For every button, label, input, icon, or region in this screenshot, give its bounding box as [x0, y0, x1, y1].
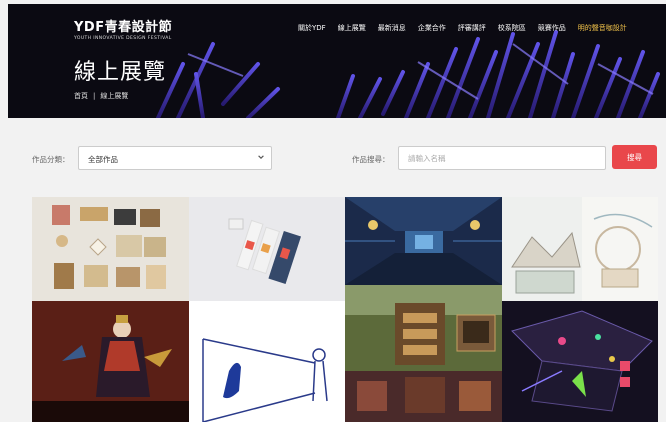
line-illustration-image	[189, 301, 345, 422]
architecture-sketch-image	[502, 197, 658, 301]
gallery-tile-line-illustration[interactable]	[189, 301, 345, 422]
logo-title: YDF青春設計節	[74, 20, 173, 35]
gallery-tile-architecture-sketch[interactable]	[502, 197, 658, 301]
logo-subtitle: YOUTH INNOVATIVE DESIGN FESTIVAL	[74, 36, 172, 41]
site-logo[interactable]: YDF青春設計節 YOUTH INNOVATIVE DESIGN FESTIVA…	[74, 16, 172, 41]
nav-item-partners[interactable]: 企業合作	[418, 23, 446, 33]
gallery-tile-craft-objects[interactable]	[32, 197, 189, 301]
gallery-grid	[32, 197, 658, 422]
breadcrumb: 首頁 | 線上展覽	[74, 91, 128, 101]
game-corridor-image	[345, 197, 502, 285]
header-banner: YDF青春設計節 YOUTH INNOVATIVE DESIGN FESTIVA…	[8, 4, 666, 118]
breadcrumb-separator: |	[93, 92, 96, 100]
neon-installation-image	[502, 301, 658, 422]
category-label: 作品分類：	[32, 155, 70, 164]
search-button[interactable]: 搜尋	[612, 145, 657, 169]
nav-item-sound-design[interactable]: 明的聲音咖設計	[578, 23, 627, 33]
nav-item-exhibition[interactable]: 線上展覽	[338, 23, 366, 33]
gallery-tile-neon-installation[interactable]	[502, 301, 658, 422]
chevron-down-icon	[258, 155, 264, 159]
search-label: 作品搜尋：	[352, 155, 390, 164]
breadcrumb-current: 線上展覽	[100, 92, 129, 100]
gallery-tile-game-village[interactable]	[345, 285, 502, 422]
product-packaging-image	[189, 197, 345, 301]
search-input[interactable]	[398, 146, 606, 170]
gallery-tile-game-corridor[interactable]	[345, 197, 502, 285]
gallery-tile-puppet-figure[interactable]	[32, 301, 189, 422]
category-select[interactable]: 全部作品	[78, 146, 272, 170]
gallery-tile-product-packaging[interactable]	[189, 197, 345, 301]
category-select-value: 全部作品	[88, 155, 118, 164]
nav-item-about[interactable]: 關於YDF	[298, 23, 326, 33]
breadcrumb-home[interactable]: 首頁	[74, 92, 88, 100]
craft-objects-image	[32, 197, 189, 301]
nav-item-works[interactable]: 競賽作品	[538, 23, 566, 33]
game-village-image	[345, 285, 502, 422]
nav-item-news[interactable]: 最新消息	[378, 23, 406, 33]
nav-item-reviews[interactable]: 評審講評	[458, 23, 486, 33]
nav-item-schools[interactable]: 校系院區	[498, 23, 526, 33]
main-nav: 關於YDF 線上展覽 最新消息 企業合作 評審講評 校系院區 競賽作品 明的聲音…	[298, 23, 627, 33]
puppet-figure-image	[32, 301, 189, 422]
page-title: 線上展覽	[74, 60, 167, 85]
